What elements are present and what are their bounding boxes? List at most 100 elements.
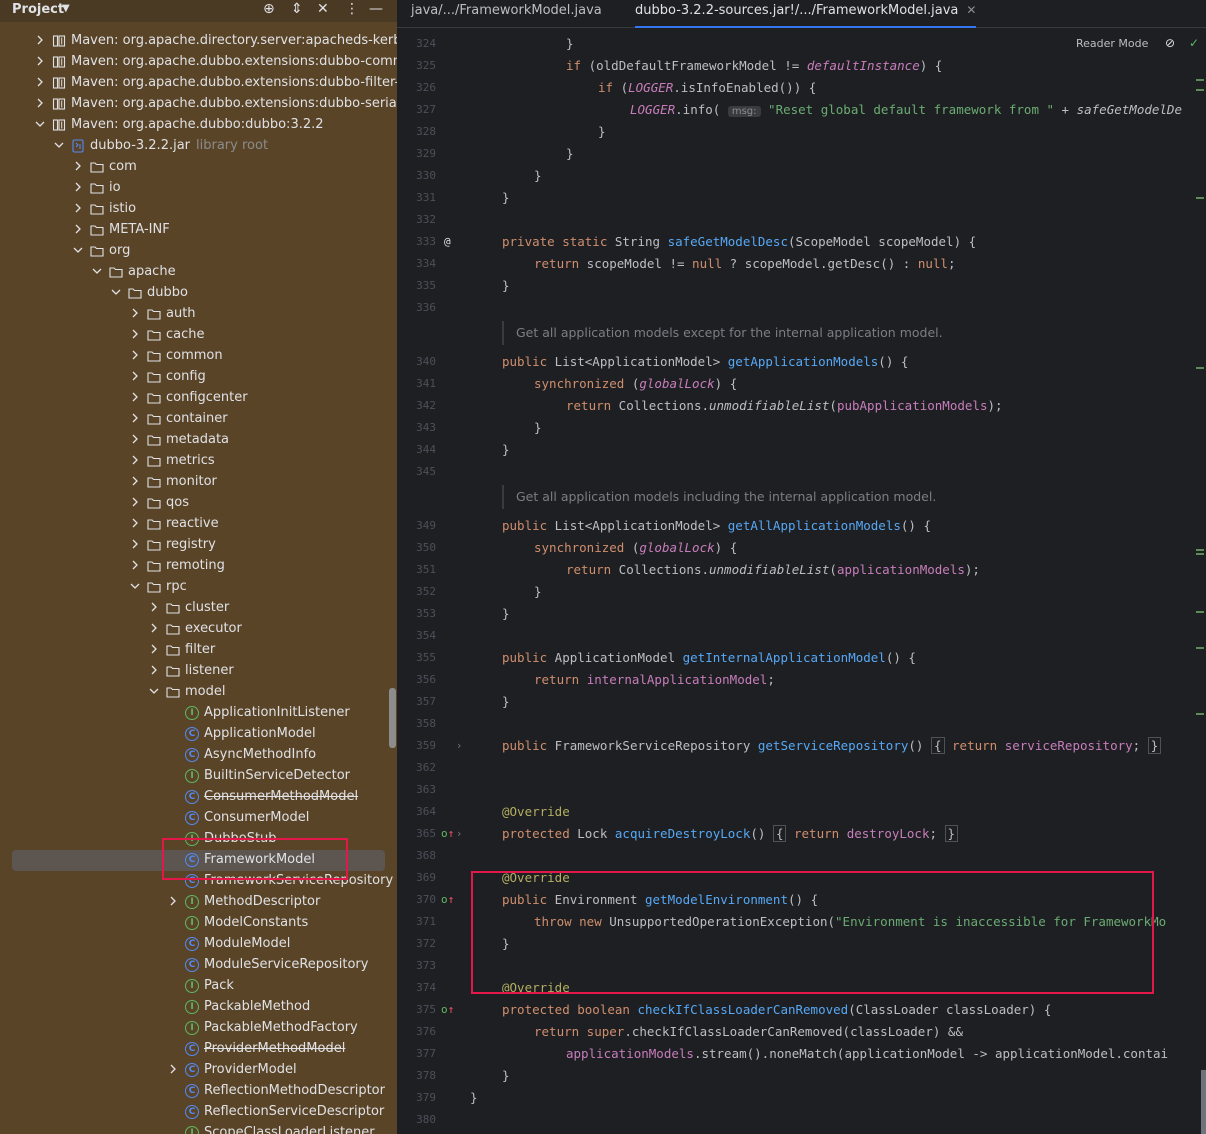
- code-line[interactable]: 352}: [397, 581, 1206, 603]
- tree-item[interactable]: io: [0, 178, 397, 199]
- crosshair-icon[interactable]: ⊕: [263, 1, 275, 17]
- code-line[interactable]: 357}: [397, 691, 1206, 713]
- tree-item[interactable]: Maven: org.apache.dubbo:dubbo:3.2.2: [0, 115, 397, 136]
- usage-icon[interactable]: @: [444, 235, 451, 248]
- code-line[interactable]: 368: [397, 845, 1206, 867]
- chevron-right-icon[interactable]: [148, 601, 160, 613]
- code-line[interactable]: 354: [397, 625, 1206, 647]
- tree-item[interactable]: cluster: [0, 598, 397, 619]
- tree-item[interactable]: executor: [0, 619, 397, 640]
- override-icon[interactable]: o↑: [441, 1003, 454, 1016]
- chevron-right-icon[interactable]: [72, 160, 84, 172]
- code-line[interactable]: 341 synchronized (globalLock) {: [397, 373, 1206, 395]
- tree-item[interactable]: Maven: org.apache.dubbo.extensions:dubbo…: [0, 94, 397, 115]
- tree-item[interactable]: cache: [0, 325, 397, 346]
- code-line[interactable]: 379}: [397, 1087, 1206, 1109]
- tree-item[interactable]: container: [0, 409, 397, 430]
- tree-item[interactable]: C ModuleServiceRepository: [0, 955, 397, 976]
- tree-item[interactable]: I ModelConstants: [0, 913, 397, 934]
- tree-item[interactable]: dubbo: [0, 283, 397, 304]
- minimize-icon[interactable]: —: [369, 1, 383, 17]
- chevron-right-icon[interactable]: [129, 307, 141, 319]
- code-line[interactable]: 350 synchronized (globalLock) {: [397, 537, 1206, 559]
- tree-item[interactable]: C ReflectionMethodDescriptor: [0, 1081, 397, 1102]
- chevron-right-icon[interactable]: [148, 664, 160, 676]
- more-icon[interactable]: ⋮: [345, 1, 359, 17]
- code-line[interactable]: 376 return super.checkIfClassLoaderCanRem…: [397, 1021, 1206, 1043]
- chevron-right-icon[interactable]: [129, 433, 141, 445]
- tree-item[interactable]: monitor: [0, 472, 397, 493]
- tree-item[interactable]: org: [0, 241, 397, 262]
- tree-item[interactable]: listener: [0, 661, 397, 682]
- code-line[interactable]: 364 @Override: [397, 801, 1206, 823]
- code-line[interactable]: 332: [397, 209, 1206, 231]
- chevron-right-icon[interactable]: [167, 895, 179, 907]
- tree-item[interactable]: META-INF: [0, 220, 397, 241]
- code-line[interactable]: 362: [397, 757, 1206, 779]
- code-line[interactable]: 326 if (LOGGER.isInfoEnabled()) {: [397, 77, 1206, 99]
- code-line[interactable]: 375 o↑ protected boolean checkIfClassLoade…: [397, 999, 1206, 1021]
- chevron-right-icon[interactable]: [129, 538, 141, 550]
- chevron-right-icon[interactable]: [129, 370, 141, 382]
- tree-item[interactable]: I PackableMethod: [0, 997, 397, 1018]
- tree-item[interactable]: common: [0, 346, 397, 367]
- chevron-down-icon[interactable]: [34, 118, 46, 130]
- code-line[interactable]: 380: [397, 1109, 1206, 1131]
- chevron-right-icon[interactable]: [34, 97, 46, 109]
- tree-item[interactable]: C ModuleModel: [0, 934, 397, 955]
- code-line[interactable]: 330}: [397, 165, 1206, 187]
- code-line[interactable]: 378}: [397, 1065, 1206, 1087]
- tree-item[interactable]: com: [0, 157, 397, 178]
- tree-item[interactable]: apache: [0, 262, 397, 283]
- code-line[interactable]: 335}: [397, 275, 1206, 297]
- close-icon[interactable]: ✕: [966, 3, 976, 17]
- chevron-down-icon[interactable]: [148, 685, 160, 697]
- code-line[interactable]: 342 return Collections.unmodifiableList(p…: [397, 395, 1206, 417]
- tree-item[interactable]: registry: [0, 535, 397, 556]
- tree-item[interactable]: C ProviderModel: [0, 1060, 397, 1081]
- tree-item[interactable]: dubbo-3.2.2.jar library root: [0, 136, 397, 157]
- code-line[interactable]: 343}: [397, 417, 1206, 439]
- chevron-right-icon[interactable]: [72, 181, 84, 193]
- code-line[interactable]: 325 if (oldDefaultFrameworkModel != defau…: [397, 55, 1206, 77]
- collapse-all-icon[interactable]: ✕: [317, 1, 329, 17]
- tree-item[interactable]: C ConsumerModel: [0, 808, 397, 829]
- tree-item[interactable]: remoting: [0, 556, 397, 577]
- code-line[interactable]: 333 @ private static String safeGetModelDe…: [397, 231, 1206, 253]
- code-line[interactable]: 328}: [397, 121, 1206, 143]
- fold-icon[interactable]: ›: [457, 739, 461, 752]
- tree-item[interactable]: rpc: [0, 577, 397, 598]
- expand-collapse-icon[interactable]: ⇕: [291, 1, 303, 17]
- code-line[interactable]: 358: [397, 713, 1206, 735]
- code-line[interactable]: 336: [397, 297, 1206, 319]
- chevron-right-icon[interactable]: [129, 412, 141, 424]
- code-line[interactable]: 349 public List<ApplicationModel> getAllA…: [397, 515, 1206, 537]
- chevron-right-icon[interactable]: [129, 517, 141, 529]
- tree-item[interactable]: C ReflectionServiceDescriptor: [0, 1102, 397, 1123]
- chevron-right-icon[interactable]: [129, 475, 141, 487]
- chevron-right-icon[interactable]: [129, 328, 141, 340]
- chevron-right-icon[interactable]: [72, 202, 84, 214]
- code-line[interactable]: 359 › public FrameworkServiceRepository ge…: [397, 735, 1206, 757]
- code-line[interactable]: 329}: [397, 143, 1206, 165]
- code-line[interactable]: 365 o↑ › protected Lock acquireDestroyLock(…: [397, 823, 1206, 845]
- chevron-right-icon[interactable]: [167, 1063, 179, 1075]
- tree-item[interactable]: I Pack: [0, 976, 397, 997]
- chevron-right-icon[interactable]: [34, 34, 46, 46]
- chevron-down-icon[interactable]: [129, 580, 141, 592]
- chevron-right-icon[interactable]: [148, 622, 160, 634]
- tree-item[interactable]: C AsyncMethodInfo: [0, 745, 397, 766]
- chevron-down-icon[interactable]: [91, 265, 103, 277]
- tree-item[interactable]: I MethodDescriptor: [0, 892, 397, 913]
- chevron-right-icon[interactable]: [129, 349, 141, 361]
- tree-item[interactable]: metadata: [0, 430, 397, 451]
- chevron-right-icon[interactable]: [72, 223, 84, 235]
- code-line[interactable]: 327 LOGGER.info( msg: "Reset global defau…: [397, 99, 1206, 121]
- chevron-right-icon[interactable]: [148, 643, 160, 655]
- tree-item[interactable]: istio: [0, 199, 397, 220]
- tree-item[interactable]: C ProviderMethodModel: [0, 1039, 397, 1060]
- code-line[interactable]: 356 return internalApplicationModel;: [397, 669, 1206, 691]
- code-line[interactable]: 331}: [397, 187, 1206, 209]
- tree-item[interactable]: Maven: org.apache.dubbo.extensions:dubbo…: [0, 52, 397, 73]
- tree-item[interactable]: I ScopeClassLoaderListener: [0, 1123, 397, 1134]
